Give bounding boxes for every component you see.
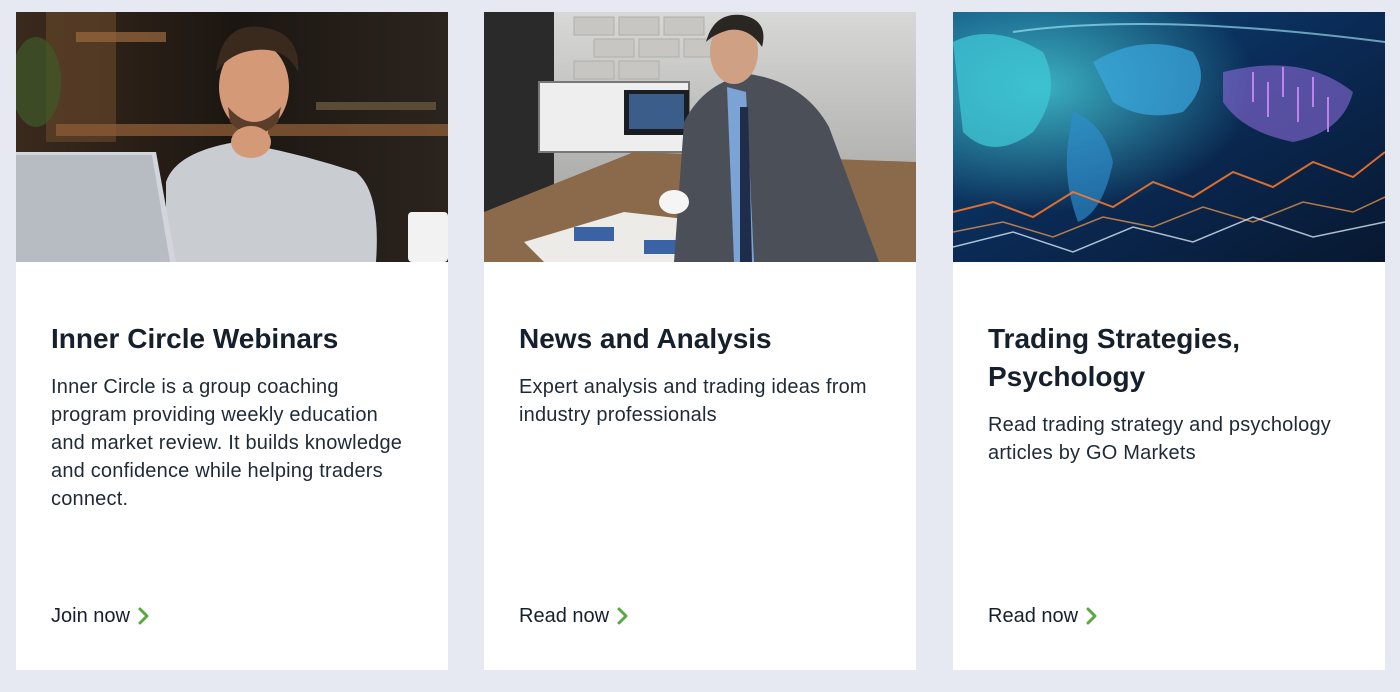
cta-label: Read now — [988, 605, 1079, 627]
world-map-market-chart-image — [953, 12, 1385, 262]
card-description: Expert analysis and trading ideas from i… — [519, 376, 867, 426]
card-description: Inner Circle is a group coaching program… — [51, 376, 403, 510]
read-now-link[interactable]: Read now — [519, 602, 629, 630]
chevron-right-icon — [138, 607, 150, 625]
businessman-reading-newspaper-image — [484, 12, 916, 262]
man-thinking-at-laptop-image — [16, 12, 448, 262]
card-title: Trading Strategies, Psychology — [988, 323, 1241, 392]
cta-label: Read now — [519, 605, 610, 627]
read-now-link[interactable]: Read now — [988, 602, 1098, 630]
card-trading-strategies-psychology[interactable]: Trading Strategies, Psychology Read trad… — [953, 12, 1385, 670]
chevron-right-icon — [1086, 607, 1098, 625]
join-now-link[interactable]: Join now — [51, 602, 150, 630]
chevron-right-icon — [617, 607, 629, 625]
card-description: Read trading strategy and psychology art… — [988, 414, 1331, 464]
card-title: News and Analysis — [519, 323, 772, 354]
card-news-and-analysis[interactable]: News and Analysis Expert analysis and tr… — [484, 12, 916, 670]
card-title: Inner Circle Webinars — [51, 323, 339, 354]
cta-label: Join now — [51, 605, 130, 627]
card-inner-circle-webinars[interactable]: Inner Circle Webinars Inner Circle is a … — [16, 12, 448, 670]
